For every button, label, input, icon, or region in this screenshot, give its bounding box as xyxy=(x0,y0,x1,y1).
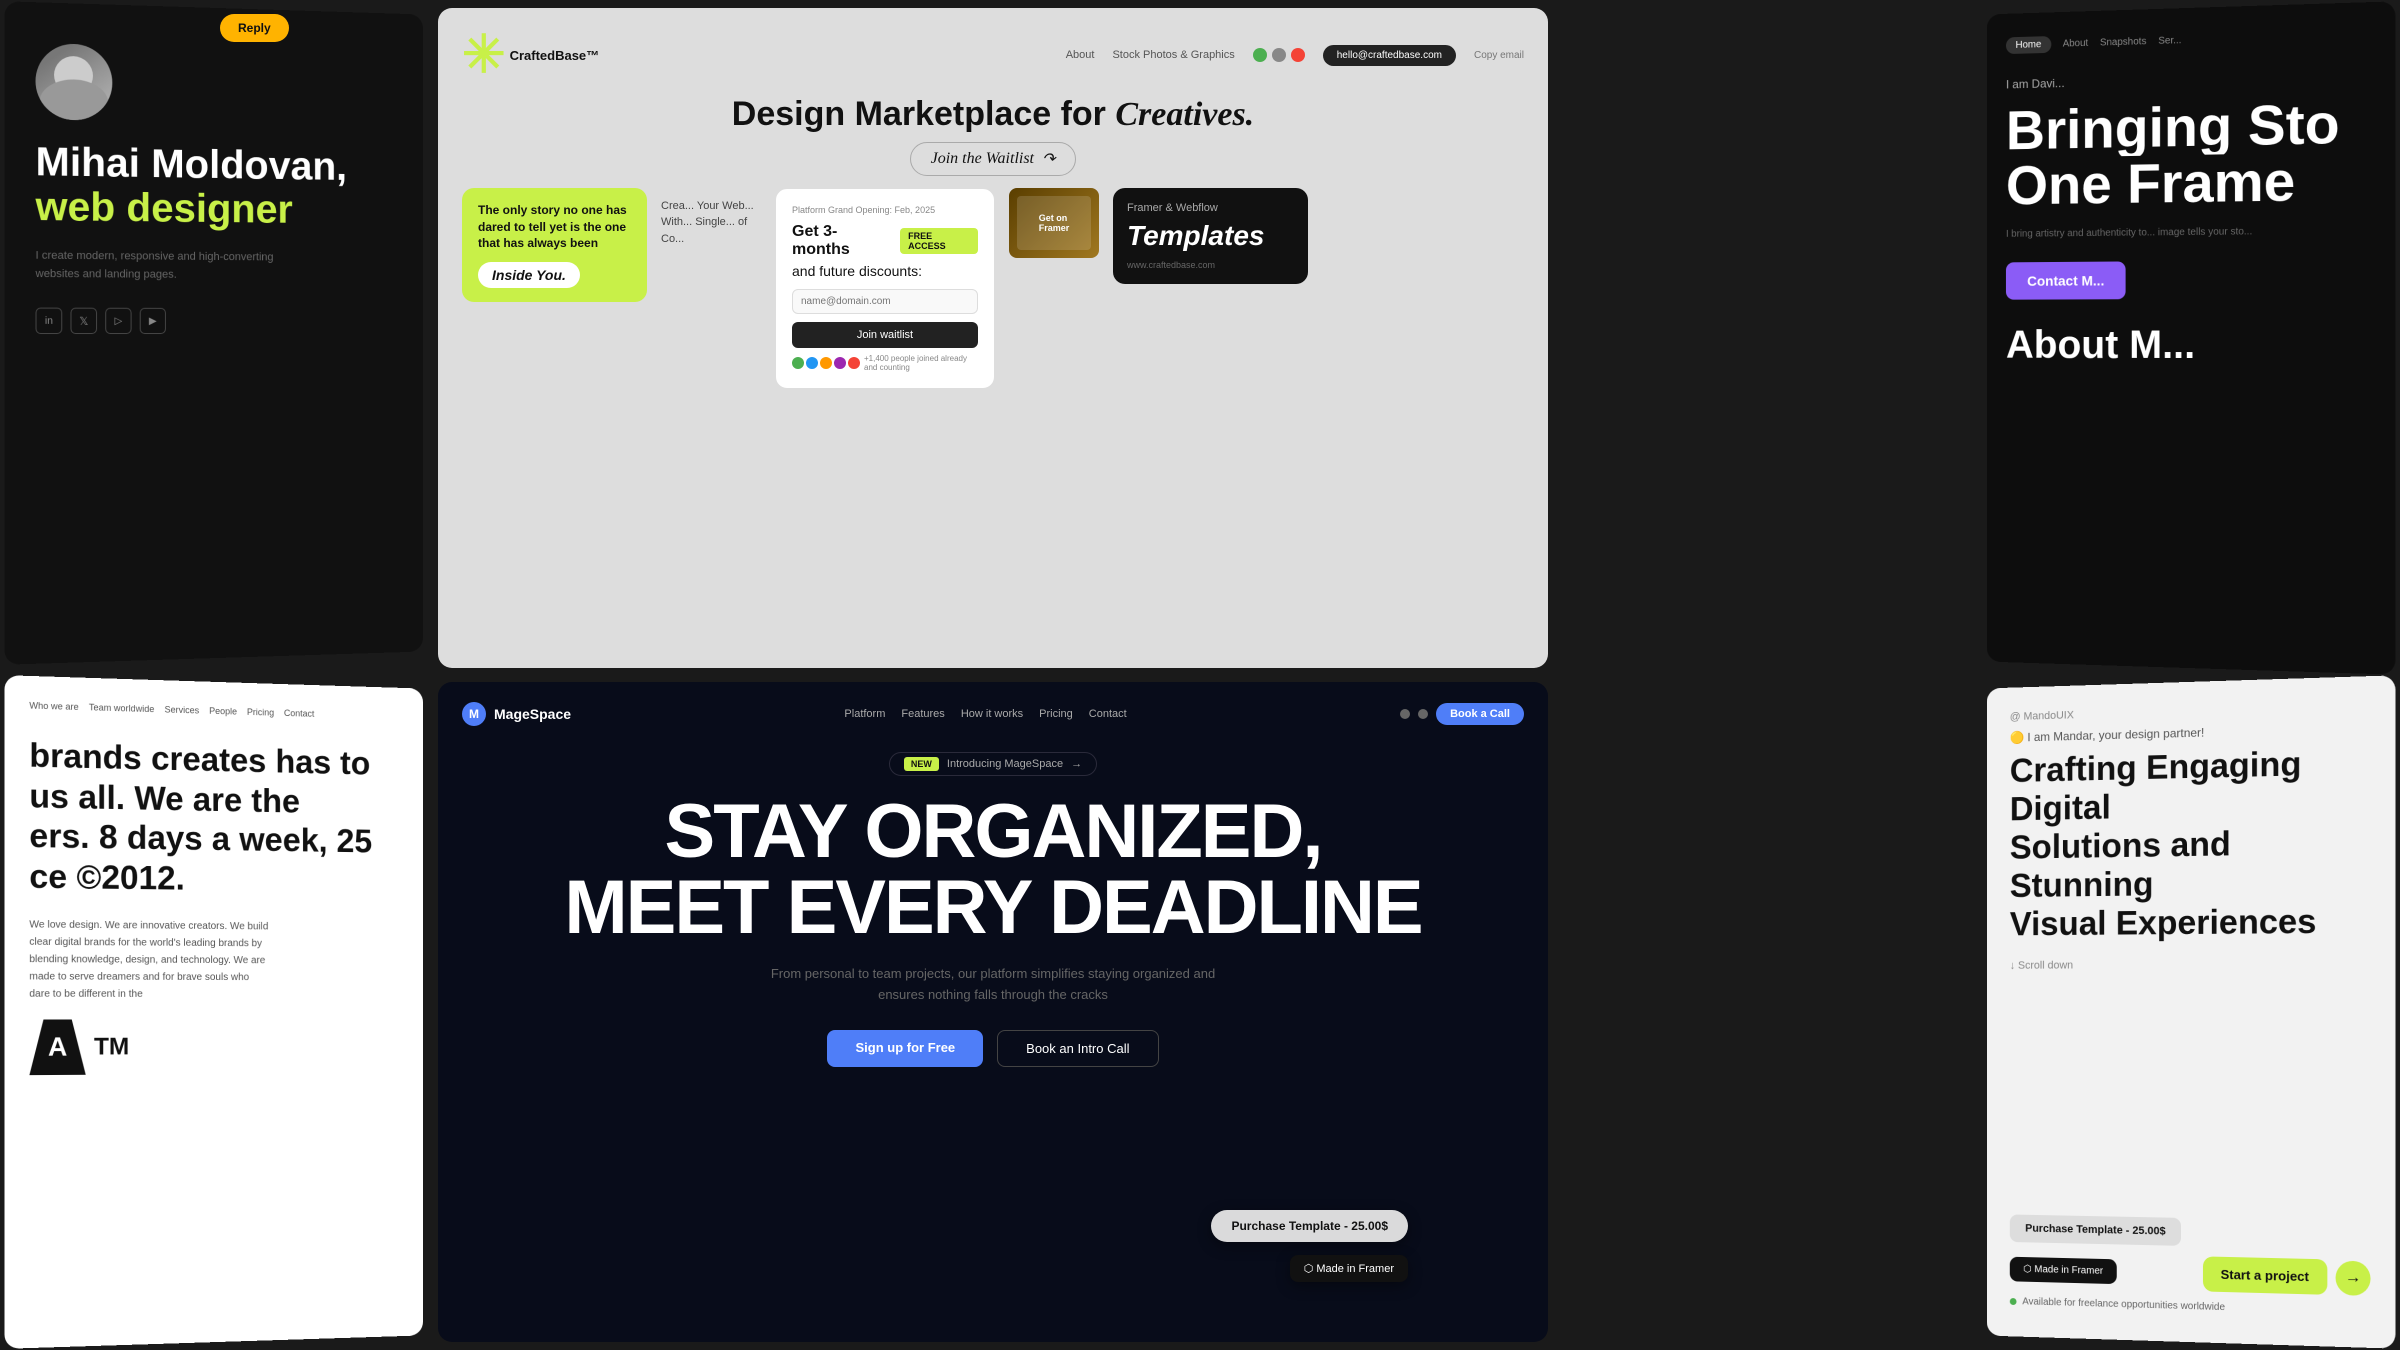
email-input[interactable] xyxy=(792,289,978,314)
craftedbase-email-btn[interactable]: hello@craftedbase.com xyxy=(1323,45,1456,66)
signup-free-button[interactable]: Sign up for Free xyxy=(827,1030,983,1067)
join-waitlist-button[interactable]: Join waitlist xyxy=(792,322,978,348)
framer-webflow-label: Framer & Webflow xyxy=(1127,202,1294,214)
mando-greeting: 🟡 I am Mandar, your design partner! xyxy=(2010,721,2371,745)
services-nav-item[interactable]: Ser... xyxy=(2158,35,2181,47)
tm-mark: TM xyxy=(94,1033,129,1061)
get-months-text: Get 3-months xyxy=(792,223,892,259)
mando-brand: @ MandoUIX xyxy=(2010,701,2371,724)
home-nav-item[interactable]: Home xyxy=(2006,36,2051,54)
magespace-nav: Platform Features How it works Pricing C… xyxy=(844,708,1126,720)
craftedbase-waitlist-btn[interactable]: Join the Waitlist ↷ xyxy=(910,142,1077,176)
card-atm: Who we are Team worldwide Services Peopl… xyxy=(4,675,423,1349)
contact-me-button[interactable]: Contact M... xyxy=(2006,261,2126,299)
purchase-template-overlay[interactable]: Purchase Template - 25.00$ xyxy=(1211,1210,1408,1242)
mihai-name: Mihai Moldovan, xyxy=(36,140,395,190)
card-magespace: M MageSpace Platform Features How it wor… xyxy=(438,682,1548,1342)
introducing-text: Introducing MageSpace xyxy=(947,758,1063,770)
inside-you-text: The only story no one has dared to tell … xyxy=(478,202,631,252)
platform-label: Platform Grand Opening: Feb, 2025 xyxy=(792,205,978,215)
framer-made-badge: ⬡ Made in Framer xyxy=(2010,1257,2117,1284)
inside-you-card: The only story no one has dared to tell … xyxy=(462,188,647,302)
mihai-desc: I create modern, responsive and high-con… xyxy=(36,248,317,285)
avatar xyxy=(36,43,113,121)
joined-text: +1,400 people joined already and countin… xyxy=(864,354,978,372)
create-text: Crea... Your Web... With... Single... of… xyxy=(661,188,761,248)
arrow-button[interactable]: → xyxy=(2336,1260,2371,1295)
david-headline-1: Bringing Sto xyxy=(2006,95,2375,159)
future-discounts-text: and future discounts: xyxy=(792,263,978,279)
craftedbase-brand: CraftedBase™ xyxy=(510,48,600,63)
craftedbase-nav: About Stock Photos & Graphics hello@craf… xyxy=(1066,45,1524,66)
scroll-down: ↓ Scroll down xyxy=(2010,959,2371,973)
social-icons: in 𝕏 ▷ ▶ xyxy=(36,308,395,334)
free-access-badge: FREE ACCESS xyxy=(900,228,978,254)
atm-logo: A TM xyxy=(29,1019,400,1075)
get-3months-card: Platform Grand Opening: Feb, 2025 Get 3-… xyxy=(775,188,995,389)
craftedbase-asterisk: ✳ xyxy=(462,32,506,79)
card-mando: @ MandoUIX 🟡 I am Mandar, your design pa… xyxy=(1987,675,2396,1348)
magespace-headline-2: MEET EVERY DEADLINE xyxy=(462,870,1524,946)
craftedbase-headline: Design Marketplace for Creatives. xyxy=(462,95,1524,134)
atm-body: We love design. We are innovative creato… xyxy=(29,917,271,1004)
david-nav: Home About Snapshots Ser... xyxy=(2006,26,2375,54)
start-project-button[interactable]: Start a project xyxy=(2203,1256,2328,1294)
inside-you-label: Inside You. xyxy=(478,262,580,288)
framer-badge-overlay: ⬡ Made in Framer xyxy=(1290,1255,1408,1282)
david-headline-2: One Frame xyxy=(2006,152,2375,214)
twitter-icon[interactable]: 𝕏 xyxy=(70,308,97,334)
craftedbase-thumbnail: Get onFramer xyxy=(1009,188,1099,258)
magespace-headline-1: STAY ORGANIZED, xyxy=(462,794,1524,870)
card-craftedbase: ✳ CraftedBase™ About Stock Photos & Grap… xyxy=(438,8,1548,668)
mando-headline: Crafting Engaging Digital Solutions and … xyxy=(2010,743,2371,944)
book-intro-button[interactable]: Book an Intro Call xyxy=(997,1030,1158,1067)
atm-headline: brands creates has tous all. We are thee… xyxy=(29,735,400,900)
yellow-top-button[interactable]: Reply xyxy=(220,14,289,42)
available-text: Available for freelance opportunities wo… xyxy=(2010,1296,2371,1317)
snapshots-nav-item[interactable]: Snapshots xyxy=(2100,36,2147,48)
framer-webflow-card: Framer & Webflow Templates www.craftedba… xyxy=(1113,188,1308,284)
new-badge: NEW xyxy=(904,757,939,771)
card-mihai: Mihai Moldovan, web designer I create mo… xyxy=(4,1,423,664)
linkedin-icon[interactable]: in xyxy=(36,308,63,334)
david-intro: I am Davi... xyxy=(2006,68,2375,91)
website-label: www.craftedbase.com xyxy=(1127,260,1294,270)
atm-letter-a: A xyxy=(29,1019,86,1075)
david-subtitle: I bring artistry and authenticity to... … xyxy=(2006,224,2262,243)
available-label: Available for freelance opportunities wo… xyxy=(2022,1296,2225,1313)
templates-text: Templates xyxy=(1127,222,1294,250)
purchase-template-button[interactable]: Purchase Template - 25.00$ xyxy=(2010,1214,2182,1245)
video-icon[interactable]: ▷ xyxy=(105,308,131,334)
magespace-logo: M MageSpace xyxy=(462,702,571,726)
atm-nav: Who we are Team worldwide Services Peopl… xyxy=(29,700,400,721)
about-label: About M... xyxy=(2006,323,2375,369)
play-icon[interactable]: ▶ xyxy=(140,308,166,334)
magespace-subtext: From personal to team projects, our plat… xyxy=(753,964,1233,1006)
card-david: Home About Snapshots Ser... I am Davi...… xyxy=(1987,1,2396,674)
about-nav-item[interactable]: About xyxy=(2063,38,2088,50)
book-call-button[interactable]: Book a Call xyxy=(1436,703,1524,725)
mihai-title: web designer xyxy=(36,184,395,232)
